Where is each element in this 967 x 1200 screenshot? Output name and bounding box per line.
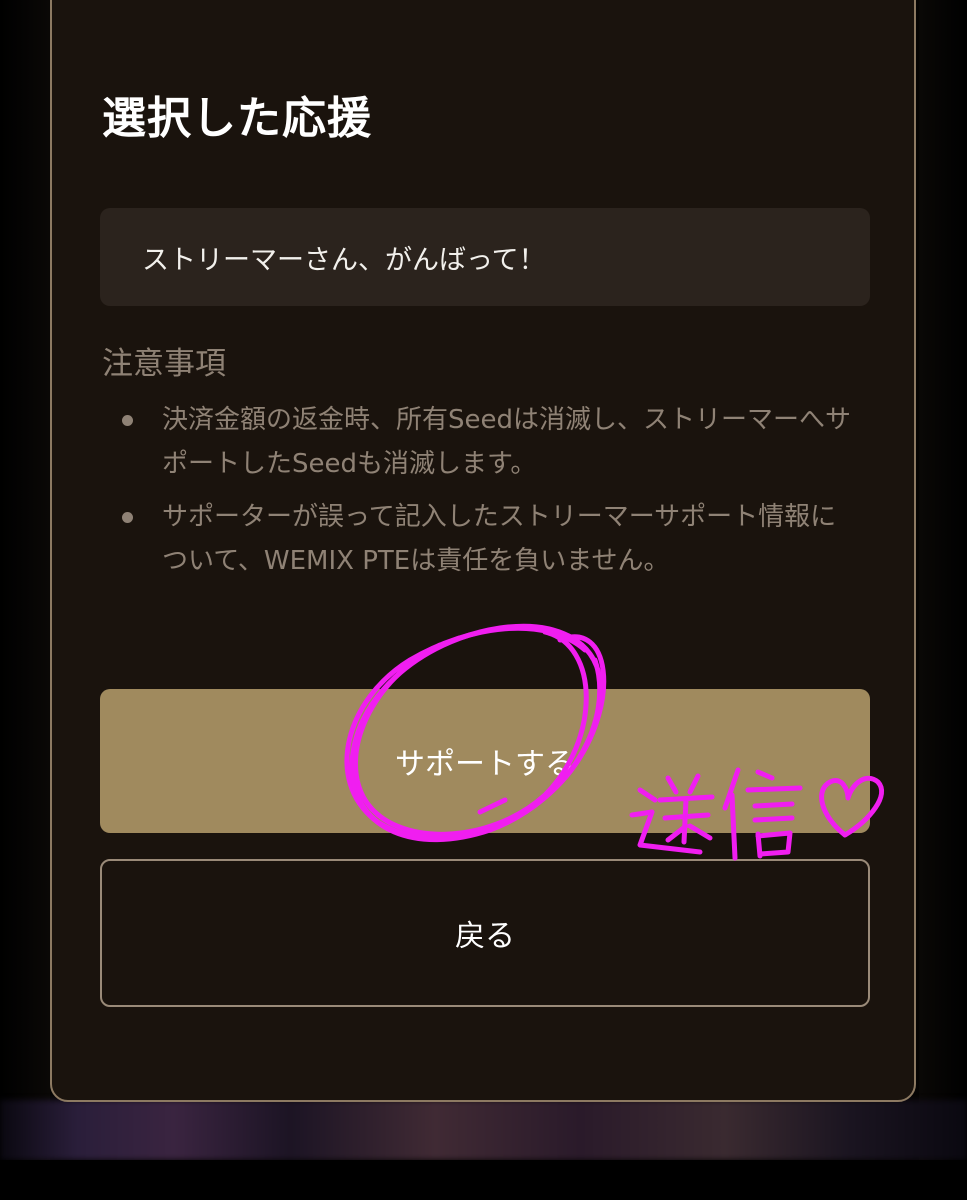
notes-title: 注意事項 — [102, 346, 226, 382]
background-stream-preview — [0, 1100, 967, 1160]
note-item: サポーターが誤って記入したストリーマーサポート情報について、WEMIX PTEは… — [122, 495, 862, 583]
selected-message-box: ストリーマーさん、がんばって！ — [100, 208, 870, 306]
note-item: 決済金額の返金時、所有Seedは消滅し、ストリーマーへサポートしたSeedも消滅… — [122, 398, 862, 486]
modal-title: 選択した応援 — [102, 93, 372, 144]
bullet-icon — [122, 415, 133, 426]
screen: 選択した応援 ストリーマーさん、がんばって！ 注意事項 決済金額の返金時、所有S… — [0, 0, 967, 1200]
support-button[interactable]: サポートする — [100, 689, 870, 833]
note-text: 決済金額の返金時、所有Seedは消滅し、ストリーマーへサポートしたSeedも消滅… — [162, 405, 852, 479]
background-left — [0, 0, 50, 1160]
support-confirm-modal: 選択した応援 ストリーマーさん、がんばって！ 注意事項 決済金額の返金時、所有S… — [50, 0, 916, 1102]
background-right — [919, 0, 967, 1160]
note-text: サポーターが誤って記入したストリーマーサポート情報について、WEMIX PTEは… — [162, 502, 837, 576]
back-button[interactable]: 戻る — [100, 859, 870, 1007]
bullet-icon — [122, 512, 133, 523]
bottom-bar — [0, 1160, 967, 1200]
notes-list: 決済金額の返金時、所有Seedは消滅し、ストリーマーへサポートしたSeedも消滅… — [122, 398, 862, 592]
selected-message-text: ストリーマーさん、がんばって！ — [142, 245, 546, 276]
